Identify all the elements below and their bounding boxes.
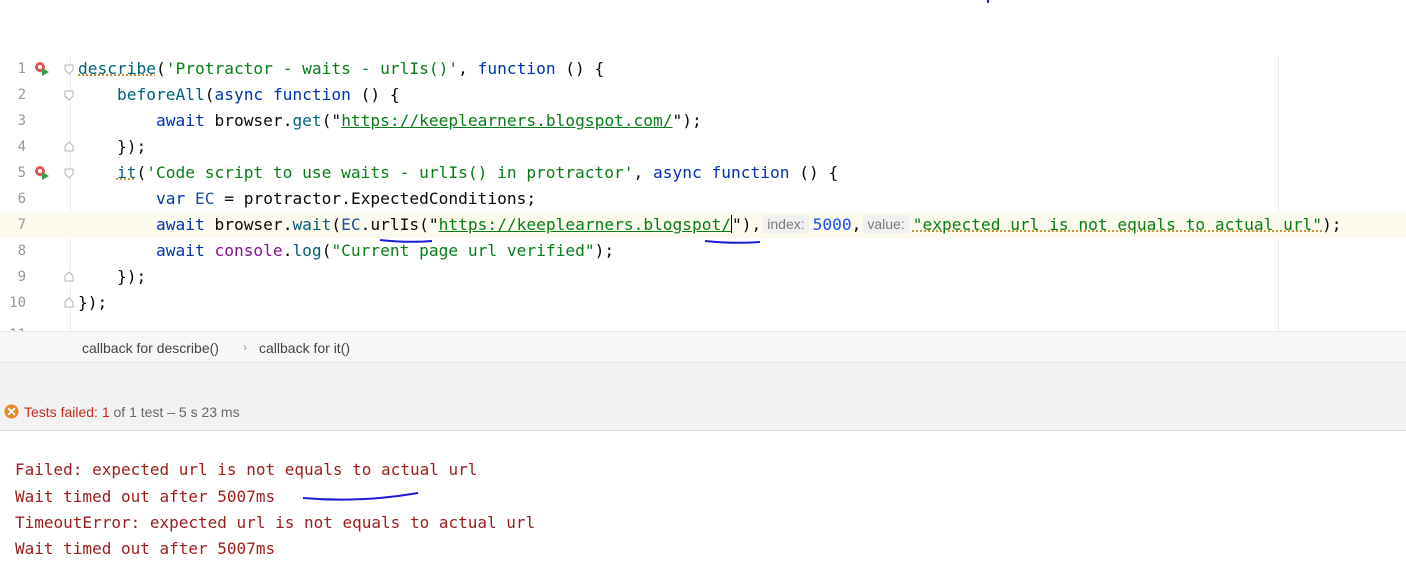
code-line-10[interactable]: 10 }); xyxy=(0,290,1406,316)
url-link[interactable]: https://keeplearners.blogspot.com/ xyxy=(341,111,672,130)
code-line-6[interactable]: 6 var EC = protractor.ExpectedConditions… xyxy=(0,186,1406,212)
code-line-8[interactable]: 8 await console.log("Current page url ve… xyxy=(0,238,1406,264)
code-text: }); xyxy=(78,137,147,156)
fold-end-icon[interactable] xyxy=(63,271,75,283)
code-line-5[interactable]: 5 it('Code script to use waits - urlIs()… xyxy=(0,160,1406,186)
line-number: 3 xyxy=(17,113,26,129)
run-test-icon[interactable] xyxy=(34,61,50,77)
code-line-1[interactable]: 1 describe('Protractor - waits - urlIs()… xyxy=(0,56,1406,82)
line-number: 2 xyxy=(17,87,26,103)
breadcrumb-item[interactable]: callback for it() xyxy=(259,332,350,364)
code-line-3[interactable]: 3 await browser.get("https://keeplearner… xyxy=(0,108,1406,134)
code-text: beforeAll(async function () { xyxy=(116,85,400,104)
fold-end-icon[interactable] xyxy=(63,297,75,309)
breadcrumb-item[interactable]: callback for describe() xyxy=(82,332,219,364)
code-text: await browser.wait(EC.urlIs("https://kee… xyxy=(155,215,1342,234)
code-text: }); xyxy=(78,293,108,312)
line-number: 1 xyxy=(17,61,26,77)
fold-end-icon[interactable] xyxy=(63,141,75,153)
run-toolbar xyxy=(0,362,1406,395)
line-number: 11 xyxy=(0,322,26,331)
test-status-text: Tests failed: 1 of 1 test – 5 s 23 ms xyxy=(24,404,240,420)
code-editor[interactable]: 1 describe('Protractor - waits - urlIs()… xyxy=(0,56,1406,331)
parameter-hint-value: value: xyxy=(863,215,909,233)
line-number: 10 xyxy=(9,295,26,311)
code-text: await console.log("Current page url veri… xyxy=(155,241,615,260)
code-text: }); xyxy=(78,267,147,286)
code-line-2[interactable]: 2 beforeAll(async function () { xyxy=(0,82,1406,108)
test-failed-icon xyxy=(4,404,19,419)
run-test-icon[interactable] xyxy=(34,165,50,181)
line-number: 4 xyxy=(17,139,26,155)
line-number: 8 xyxy=(17,243,26,259)
code-line-9[interactable]: 9 }); xyxy=(0,264,1406,290)
console-line: Wait timed out after 5007ms xyxy=(15,487,276,506)
console-line: Failed: expected url is not equals to ac… xyxy=(15,460,478,479)
code-line-7[interactable]: 7 await browser.wait(EC.urlIs("https://k… xyxy=(0,212,1406,238)
code-text: it('Code script to use waits - urlIs() i… xyxy=(116,163,839,182)
fold-icon[interactable] xyxy=(63,89,75,101)
url-link[interactable]: https://keeplearners.blogspot/ xyxy=(439,215,731,234)
line-number: 5 xyxy=(17,165,26,181)
test-status-bar: Tests failed: 1 of 1 test – 5 s 23 ms xyxy=(0,395,1406,431)
code-text: var EC = protractor.ExpectedConditions; xyxy=(155,189,537,208)
fold-icon[interactable] xyxy=(63,167,75,179)
console-line: Wait timed out after 5007ms xyxy=(15,539,276,558)
code-text: await browser.get("https://keeplearners.… xyxy=(155,111,702,130)
fold-icon[interactable] xyxy=(63,63,75,75)
annotation-dot xyxy=(987,0,989,3)
code-line-4[interactable]: 4 }); xyxy=(0,134,1406,160)
breadcrumb: callback for describe() › callback for i… xyxy=(0,331,1406,362)
code-text: describe('Protractor - waits - urlIs()',… xyxy=(78,59,605,78)
parameter-hint-index: index: xyxy=(763,215,809,233)
line-number: 6 xyxy=(17,191,26,207)
line-number: 7 xyxy=(17,217,26,233)
line-number: 9 xyxy=(17,269,26,285)
console-output[interactable]: Failed: expected url is not equals to ac… xyxy=(0,431,1406,567)
breadcrumb-separator-icon: › xyxy=(243,340,247,354)
code-line-11[interactable]: 11 xyxy=(0,316,1406,331)
console-line: TimeoutError: expected url is not equals… xyxy=(15,513,536,532)
